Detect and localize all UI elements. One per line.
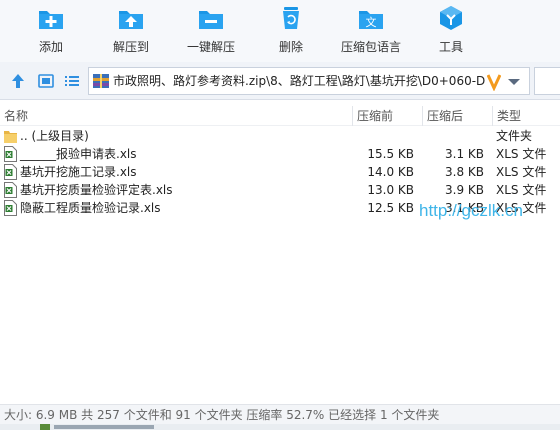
one-click-extract-label: 一键解压 (186, 40, 235, 54)
toolbar: 添加 解压到 一键解压 删除 文 压缩包语言 工具 (0, 0, 560, 62)
folder-icon (4, 131, 17, 143)
delete-icon (283, 7, 299, 29)
one-click-extract-icon (199, 11, 223, 29)
xls-file-icon (4, 182, 17, 198)
tools-button[interactable]: 工具 (411, 0, 491, 62)
xls-file-icon (4, 146, 17, 162)
file-name: 基坑开挖质量检验评定表.xls (20, 183, 173, 197)
file-compressed-size: 3.1 KB (445, 147, 484, 161)
add-button[interactable]: 添加 (11, 0, 91, 62)
archive-language-icon: 文 (359, 11, 383, 29)
underlying-window-strip (0, 424, 560, 430)
file-size: 12.5 KB (367, 201, 414, 215)
list-item[interactable]: 基坑开挖质量检验评定表.xls 13.0 KB 3.9 KB XLS 文件 (0, 181, 560, 199)
file-type: XLS 文件 (496, 183, 547, 197)
file-size: 14.0 KB (367, 165, 414, 179)
add-label: 添加 (38, 40, 63, 54)
file-type: XLS 文件 (496, 147, 547, 161)
add-icon (39, 11, 63, 29)
up-arrow-icon[interactable] (8, 71, 28, 91)
list-item[interactable]: 基坑开挖施工记录.xls 14.0 KB 3.8 KB XLS 文件 (0, 163, 560, 181)
file-list-header: 名称 压缩前 压缩后 类型 (0, 106, 560, 126)
chevron-down-icon[interactable] (507, 77, 521, 87)
file-compressed-size: 3.8 KB (445, 165, 484, 179)
xls-file-icon (4, 164, 17, 180)
one-click-extract-button[interactable]: 一键解压 (171, 0, 251, 62)
svg-text:文: 文 (366, 15, 377, 29)
column-compressed[interactable]: 压缩后 (422, 106, 492, 126)
taskbar-fragment (54, 425, 154, 429)
file-name: 隐蔽工程质量检验记录.xls (20, 201, 161, 215)
file-name: .. (上级目录) (20, 129, 89, 143)
delete-button[interactable]: 删除 (251, 0, 331, 62)
archive-language-label: 压缩包语言 (340, 40, 401, 54)
status-bar: 大小: 6.9 MB 共 257 个文件和 91 个文件夹 压缩率 52.7% … (0, 404, 560, 424)
taskbar-fragment (40, 424, 50, 430)
file-size: 15.5 KB (367, 147, 414, 161)
tools-icon (440, 6, 462, 30)
address-bar-row: 市政照明、路灯参考资料.zip\8、路灯工程\路灯\基坑开挖\D0+060-D (0, 62, 560, 100)
tools-label: 工具 (438, 40, 463, 54)
watermark: http://gczlk.cn (419, 201, 523, 220)
address-side-field[interactable] (534, 67, 560, 95)
view-icon[interactable] (36, 71, 56, 91)
extract-to-icon (119, 11, 143, 29)
list-view-icon[interactable] (62, 71, 82, 91)
delete-label: 删除 (278, 40, 303, 54)
column-name[interactable]: 名称 (0, 106, 352, 126)
archive-language-button[interactable]: 文 压缩包语言 (331, 0, 411, 62)
column-type[interactable]: 类型 (492, 106, 560, 126)
file-compressed-size: 3.9 KB (445, 183, 484, 197)
file-name: ______报验申请表.xls (20, 147, 137, 161)
file-size: 13.0 KB (367, 183, 414, 197)
file-type: XLS 文件 (496, 165, 547, 179)
address-field[interactable]: 市政照明、路灯参考资料.zip\8、路灯工程\路灯\基坑开挖\D0+060-D (88, 67, 530, 95)
zip-archive-icon (93, 74, 109, 88)
column-size[interactable]: 压缩前 (352, 106, 422, 126)
address-path: 市政照明、路灯参考资料.zip\8、路灯工程\路灯\基坑开挖\D0+060-D (113, 74, 486, 88)
brand-v-icon (487, 74, 501, 91)
file-name: 基坑开挖施工记录.xls (20, 165, 137, 179)
file-type: 文件夹 (496, 129, 533, 143)
list-item[interactable]: ______报验申请表.xls 15.5 KB 3.1 KB XLS 文件 (0, 145, 560, 163)
extract-to-button[interactable]: 解压到 (91, 0, 171, 62)
extract-to-label: 解压到 (112, 40, 149, 54)
xls-file-icon (4, 200, 17, 216)
list-item[interactable]: .. (上级目录) 文件夹 (0, 127, 560, 145)
